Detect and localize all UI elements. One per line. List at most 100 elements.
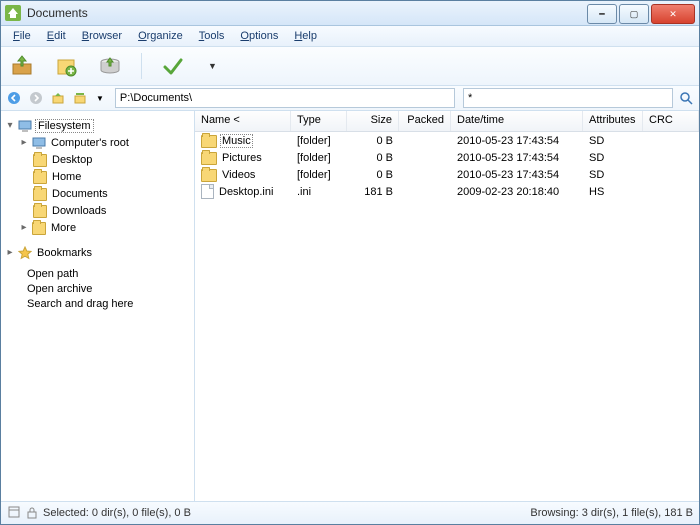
nav-root-button[interactable]	[71, 89, 89, 107]
filter-input[interactable]: *	[463, 88, 673, 108]
file-size: 0 B	[347, 169, 399, 181]
tree-item-label: More	[49, 222, 78, 234]
file-name: Pictures	[220, 151, 264, 165]
col-crc[interactable]: CRC	[643, 111, 699, 131]
menu-edit[interactable]: Edit	[41, 28, 72, 44]
expand-icon[interactable]: ▸	[19, 137, 29, 148]
lock-icon	[25, 506, 39, 520]
extract-button[interactable]	[9, 53, 35, 79]
statusbar: Selected: 0 dir(s), 0 file(s), 0 B Brows…	[1, 501, 699, 524]
col-name[interactable]: Name <	[195, 111, 291, 131]
col-type[interactable]: Type	[291, 111, 347, 131]
close-button[interactable]: ✕	[651, 4, 695, 24]
col-size[interactable]: Size	[347, 111, 399, 131]
tree-computers-root[interactable]: ▸ Computer's root	[5, 134, 190, 151]
folder-icon	[32, 221, 46, 235]
file-size: 0 B	[347, 135, 399, 147]
file-type: .ini	[291, 186, 347, 198]
file-name: Desktop.ini	[217, 185, 275, 199]
menu-browser[interactable]: Browser	[76, 28, 128, 44]
file-size: 181 B	[347, 186, 399, 198]
tree-item-label: Home	[50, 171, 83, 183]
nav-back-button[interactable]	[5, 89, 23, 107]
file-attr: SD	[583, 169, 643, 181]
file-date: 2010-05-23 17:43:54	[451, 135, 583, 147]
list-body[interactable]: Music[folder]0 B2010-05-23 17:43:54SDPic…	[195, 132, 699, 501]
tree-desktop[interactable]: Desktop	[5, 151, 190, 168]
tree-item-label: Desktop	[50, 154, 94, 166]
minimize-button[interactable]: ━	[587, 4, 617, 24]
search-button[interactable]	[677, 89, 695, 107]
file-list: Name < Type Size Packed Date/time Attrib…	[195, 111, 699, 501]
tree-more[interactable]: ▸ More	[5, 219, 190, 236]
folder-icon	[201, 169, 217, 182]
file-row[interactable]: Music[folder]0 B2010-05-23 17:43:54SD	[195, 132, 699, 149]
action-open-archive[interactable]: Open archive	[27, 282, 190, 297]
expand-icon[interactable]: ▸	[5, 247, 15, 258]
check-button[interactable]	[160, 53, 186, 79]
maximize-button[interactable]: ▢	[619, 4, 649, 24]
file-date: 2010-05-23 17:43:54	[451, 152, 583, 164]
folder-icon	[33, 153, 47, 167]
sidebar-actions: Open path Open archive Search and drag h…	[5, 267, 190, 312]
disk-button[interactable]	[97, 53, 123, 79]
tree-item-label: Documents	[50, 188, 110, 200]
tree-bookmarks[interactable]: ▸ Bookmarks	[5, 244, 190, 261]
file-attr: SD	[583, 152, 643, 164]
action-open-path[interactable]: Open path	[27, 267, 190, 282]
menu-tools[interactable]: Tools	[193, 28, 231, 44]
file-attr: SD	[583, 135, 643, 147]
file-row[interactable]: Desktop.ini.ini181 B2009-02-23 20:18:40H…	[195, 183, 699, 200]
col-date[interactable]: Date/time	[451, 111, 583, 131]
menu-help[interactable]: Help	[288, 28, 323, 44]
computer-icon	[32, 136, 46, 150]
nav-forward-button[interactable]	[27, 89, 45, 107]
file-type: [folder]	[291, 169, 347, 181]
tree-filesystem-label: Filesystem	[35, 119, 94, 133]
action-search-drag[interactable]: Search and drag here	[27, 297, 190, 312]
status-browsing: Browsing: 3 dir(s), 1 file(s), 181 B	[530, 507, 693, 519]
file-row[interactable]: Pictures[folder]0 B2010-05-23 17:43:54SD	[195, 149, 699, 166]
folder-icon	[201, 135, 217, 148]
collapse-icon[interactable]: ▾	[5, 120, 15, 131]
app-icon	[5, 5, 21, 21]
tree-bookmarks-label: Bookmarks	[35, 247, 94, 259]
path-text: P:\Documents\	[120, 92, 192, 104]
navbar: ▼ P:\Documents\ *	[1, 86, 699, 111]
tree-home[interactable]: Home	[5, 168, 190, 185]
tree-downloads[interactable]: Downloads	[5, 202, 190, 219]
check-dropdown[interactable]: ▼	[204, 57, 221, 75]
file-name: Videos	[220, 168, 257, 182]
toolbar: ▼	[1, 47, 699, 86]
list-header: Name < Type Size Packed Date/time Attrib…	[195, 111, 699, 132]
tree-item-label: Computer's root	[49, 137, 131, 149]
computer-icon	[18, 119, 32, 133]
menu-options[interactable]: Options	[234, 28, 284, 44]
app-window: Documents ━ ▢ ✕ File Edit Browser Organi…	[0, 0, 700, 525]
toolbar-separator	[141, 53, 142, 79]
add-button[interactable]	[53, 53, 79, 79]
path-input[interactable]: P:\Documents\	[115, 88, 455, 108]
folder-icon	[33, 204, 47, 218]
tree-documents[interactable]: Documents	[5, 185, 190, 202]
col-packed[interactable]: Packed	[399, 111, 451, 131]
folder-icon	[201, 152, 217, 165]
col-attr[interactable]: Attributes	[583, 111, 643, 131]
expand-icon[interactable]: ▸	[19, 222, 29, 233]
star-icon	[18, 246, 32, 260]
nav-history-dropdown[interactable]: ▼	[93, 94, 107, 103]
folder-icon	[33, 187, 47, 201]
status-icon	[7, 506, 21, 520]
titlebar[interactable]: Documents ━ ▢ ✕	[1, 1, 699, 26]
folder-icon	[33, 170, 47, 184]
file-row[interactable]: Videos [folder]0 B 2010-05-23 17:43:54SD	[195, 166, 699, 183]
main-body: ▾ Filesystem ▸ Computer's root Desktop H…	[1, 111, 699, 501]
tree-filesystem[interactable]: ▾ Filesystem	[5, 117, 190, 134]
sidebar: ▾ Filesystem ▸ Computer's root Desktop H…	[1, 111, 195, 501]
file-date: 2010-05-23 17:43:54	[451, 169, 583, 181]
menu-organize[interactable]: Organize	[132, 28, 189, 44]
menu-file[interactable]: File	[7, 28, 37, 44]
tree-item-label: Downloads	[50, 205, 108, 217]
status-selected: Selected: 0 dir(s), 0 file(s), 0 B	[43, 507, 191, 519]
nav-up-button[interactable]	[49, 89, 67, 107]
